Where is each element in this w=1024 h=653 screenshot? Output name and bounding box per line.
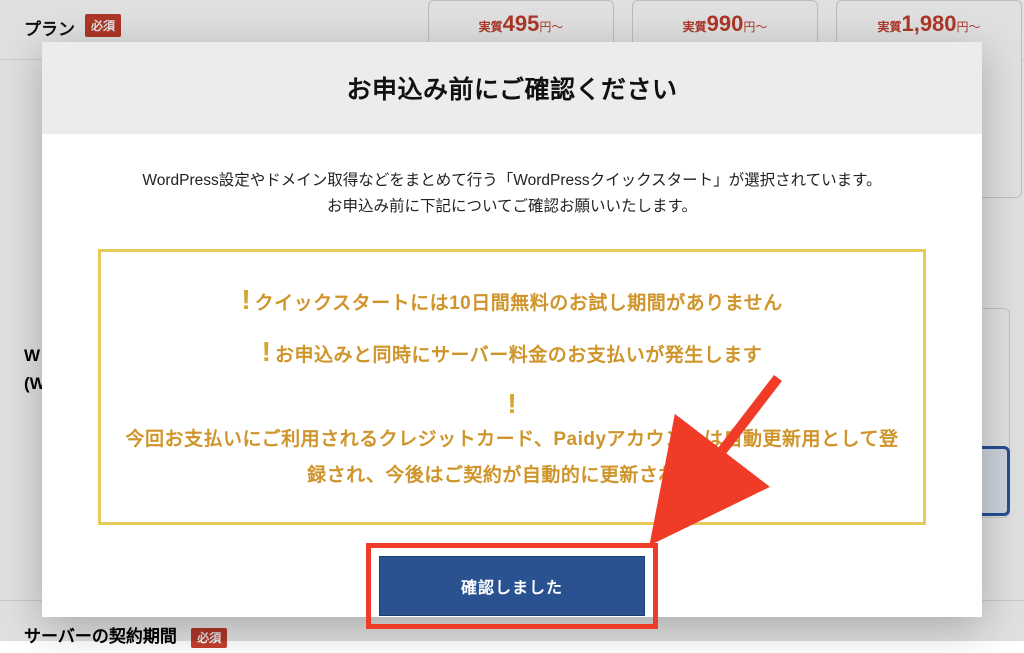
confirm-button-highlight: 確認しました xyxy=(366,543,658,629)
modal-header: お申込み前にご確認ください xyxy=(42,42,982,134)
intro-line-2: お申込み前に下記についてご確認お願いいたします。 xyxy=(82,194,942,220)
warning-item: ! 今回お支払いにご利用されるクレジットカード、Paidyアカウントは自動更新用… xyxy=(125,390,899,494)
intro-line-1: WordPress設定やドメイン取得などをまとめて行う「WordPressクイッ… xyxy=(82,168,942,194)
warning-item: ! クイックスタートには10日間無料のお試し期間がありません xyxy=(125,286,899,322)
exclamation-icon: ! xyxy=(507,390,516,418)
exclamation-icon: ! xyxy=(262,338,271,366)
modal-body: WordPress設定やドメイン取得などをまとめて行う「WordPressクイッ… xyxy=(42,134,982,653)
warning-item: ! お申込みと同時にサーバー料金のお支払いが発生します xyxy=(125,338,899,374)
modal-intro: WordPress設定やドメイン取得などをまとめて行う「WordPressクイッ… xyxy=(82,168,942,221)
modal-title: お申込み前にご確認ください xyxy=(62,70,962,106)
warning-text: お申込みと同時にサーバー料金のお支払いが発生します xyxy=(275,338,762,374)
confirmation-modal: お申込み前にご確認ください WordPress設定やドメイン取得などをまとめて行… xyxy=(42,42,982,617)
warning-text: 今回お支払いにご利用されるクレジットカード、Paidyアカウントは自動更新用とし… xyxy=(125,422,899,494)
confirm-button[interactable]: 確認しました xyxy=(379,556,645,616)
warnings-box: ! クイックスタートには10日間無料のお試し期間がありません ! お申込みと同時… xyxy=(98,249,926,525)
warning-text: クイックスタートには10日間無料のお試し期間がありません xyxy=(255,286,783,322)
exclamation-icon: ! xyxy=(241,286,250,314)
